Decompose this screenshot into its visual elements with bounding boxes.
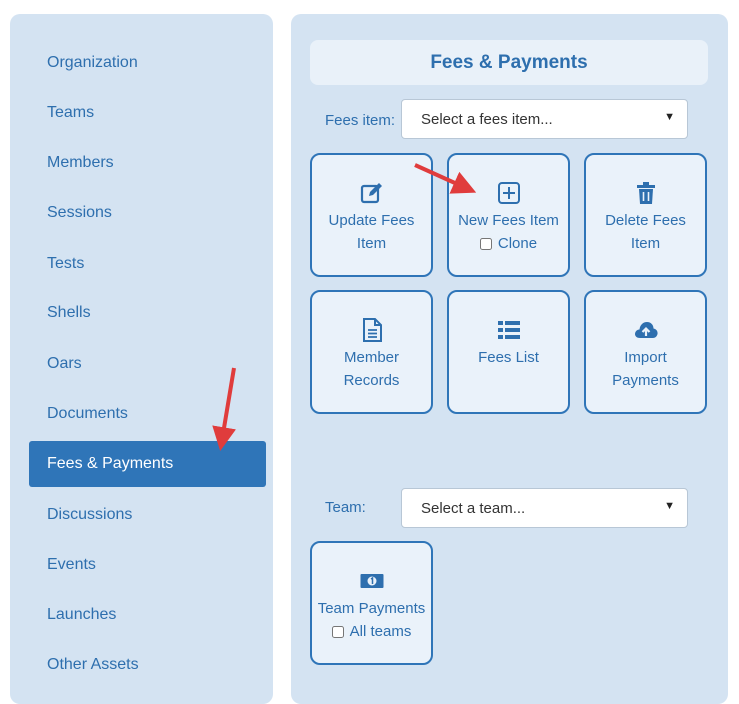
member-records-button[interactable]: Member Records xyxy=(310,290,433,414)
update-fees-item-button[interactable]: Update Fees Item xyxy=(310,153,433,277)
team-payments-label: Team Payments xyxy=(317,600,426,617)
sidebar-item-documents[interactable]: Documents xyxy=(10,391,273,437)
member-records-label-1: Member xyxy=(343,349,399,366)
sidebar: Organization Teams Members Sessions Test… xyxy=(10,14,273,704)
fees-item-label: Fees item: xyxy=(325,112,396,129)
cloud-upload-icon xyxy=(634,322,658,338)
list-icon xyxy=(497,321,520,339)
fees-list-label: Fees List xyxy=(478,349,539,366)
update-fees-item-label-2: Item xyxy=(356,235,387,252)
sidebar-item-tests[interactable]: Tests xyxy=(10,241,273,287)
document-icon xyxy=(362,318,382,342)
delete-fees-item-button[interactable]: Delete Fees Item xyxy=(584,153,707,277)
import-payments-label-2: Payments xyxy=(612,372,679,389)
sidebar-item-discussions[interactable]: Discussions xyxy=(10,492,273,538)
delete-fees-item-label-1: Delete Fees xyxy=(605,212,686,229)
import-payments-label-1: Import xyxy=(624,349,667,366)
all-teams-checkbox-label: All teams xyxy=(349,623,412,640)
money-icon xyxy=(360,574,383,588)
member-records-label-2: Records xyxy=(343,372,400,389)
sidebar-item-fees-payments[interactable]: Fees & Payments xyxy=(29,441,266,487)
all-teams-checkbox[interactable] xyxy=(331,625,344,638)
sidebar-item-members[interactable]: Members xyxy=(10,140,273,186)
import-payments-button[interactable]: Import Payments xyxy=(584,290,707,414)
sidebar-item-organization[interactable]: Organization xyxy=(10,40,273,86)
team-label: Team: xyxy=(325,499,366,516)
delete-fees-item-label-2: Item xyxy=(630,235,661,252)
edit-icon xyxy=(360,183,382,204)
new-fees-item-button[interactable]: New Fees Item Clone xyxy=(447,153,570,277)
main-panel: Fees & Payments Fees item: Select a fees… xyxy=(291,14,728,704)
team-payments-button[interactable]: Team Payments All teams xyxy=(310,541,433,665)
sidebar-item-shells[interactable]: Shells xyxy=(10,290,273,336)
page-title: Fees & Payments xyxy=(310,40,708,85)
team-select-value: Select a team... xyxy=(421,499,526,517)
clone-checkbox-row[interactable]: Clone xyxy=(479,232,538,255)
sidebar-item-sessions[interactable]: Sessions xyxy=(10,190,273,236)
sidebar-item-other-assets[interactable]: Other Assets xyxy=(10,642,273,688)
all-teams-checkbox-row[interactable]: All teams xyxy=(331,620,412,643)
caret-down-icon: ▼ xyxy=(664,111,675,123)
update-fees-item-label-1: Update Fees xyxy=(328,212,415,229)
plus-square-icon xyxy=(497,182,520,204)
clone-checkbox[interactable] xyxy=(479,237,492,250)
sidebar-item-teams[interactable]: Teams xyxy=(10,90,273,136)
fees-list-button[interactable]: Fees List xyxy=(447,290,570,414)
sidebar-item-oars[interactable]: Oars xyxy=(10,341,273,387)
sidebar-item-launches[interactable]: Launches xyxy=(10,592,273,638)
fees-item-select[interactable]: Select a fees item... ▼ xyxy=(401,99,688,139)
team-select[interactable]: Select a team... ▼ xyxy=(401,488,688,528)
trash-icon xyxy=(636,182,655,204)
sidebar-item-events[interactable]: Events xyxy=(10,542,273,588)
new-fees-item-label: New Fees Item xyxy=(458,212,559,229)
clone-checkbox-label: Clone xyxy=(497,235,538,252)
fees-item-select-value: Select a fees item... xyxy=(421,110,553,128)
caret-down-icon: ▼ xyxy=(664,500,675,512)
